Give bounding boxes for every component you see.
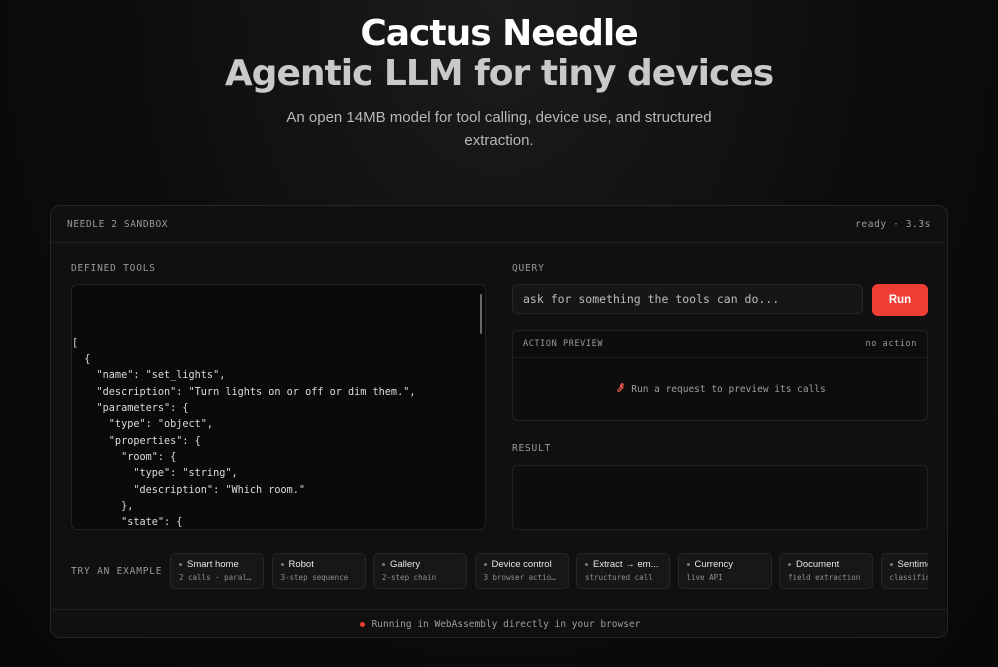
hero-description: An open 14MB model for tool calling, dev… [286,109,712,149]
run-button[interactable]: Run [872,284,928,316]
example-chip-subtitle: classifica [889,573,929,582]
dot-icon [483,563,487,566]
dot-icon [686,563,690,566]
hero-subtitle: Agentic LLM for tiny devices [224,53,774,94]
example-chip-subtitle: 2-step chain [382,573,437,582]
code-line: "description": "Which room." [72,484,306,496]
example-chip[interactable]: Device control 3 browser actions [474,553,569,589]
code-scrollbar[interactable] [480,294,482,334]
code-line: }, [72,500,134,512]
code-line: "room": { [72,451,177,463]
example-chip-subtitle: 3 browser actions [483,573,560,582]
action-preview-header: ACTION PREVIEW no action [513,331,927,358]
example-chip-title-row: Sentime [889,559,929,570]
dot-icon [382,563,385,566]
example-chip-title: Currency [694,559,734,570]
example-chip-title-row: Document [788,559,864,570]
wrench-icon [614,382,625,396]
code-line: "parameters": { [72,403,189,415]
dot-icon [280,563,284,566]
example-chip[interactable]: Gallery 2-step chain [373,553,467,589]
code-line: "state": { [72,517,183,529]
example-chip-title-row: Currency [686,559,763,570]
example-chip-title: Document [796,559,840,570]
action-preview-label: ACTION PREVIEW [523,339,604,349]
action-preview-empty-text: Run a request to preview its calls [631,383,826,395]
example-chip-subtitle: 2 calls · parall... [179,573,255,582]
sandbox-header: NEEDLE 2 SANDBOX ready · 3.3s [51,206,947,243]
examples-label: TRY AN EXAMPLE [71,566,163,577]
example-chip-subtitle: live API [686,573,723,582]
example-chip-title: Device control [491,559,552,570]
example-chip[interactable]: Robot 3-step sequence [271,553,366,589]
example-chip-title-row: Extract → em... [585,559,661,570]
example-chip-title-row: Device control [483,559,560,570]
tools-code-editor[interactable]: [ { "name": "set_lights", "description":… [71,284,486,530]
action-preview-panel: ACTION PREVIEW no action Run a request t… [512,330,928,421]
sandbox-title: NEEDLE 2 SANDBOX [67,218,169,230]
status-dot-icon [359,622,365,627]
code-line: "type": "string", [72,468,238,480]
sandbox-panel: NEEDLE 2 SANDBOX ready · 3.3s DEFINED TO… [50,205,948,638]
code-line: "name": "set_lights", [72,370,226,382]
footer-bar: Running in WebAssembly directly in your … [51,609,947,637]
code-line: "description": "Turn lights on or off or… [72,386,416,398]
action-preview-empty: Run a request to preview its calls [513,358,927,420]
example-chip-title: Sentime [897,559,929,570]
query-input[interactable] [512,284,863,314]
hero: Cactus Needle Agentic LLM for tiny devic… [0,14,998,152]
example-chip[interactable]: Document field extraction [779,553,873,589]
example-chip-title-row: Smart home [179,559,255,570]
example-chip-title-row: Robot [280,559,357,570]
hero-title: Cactus Needle [360,13,638,54]
dot-icon [889,563,893,566]
code-line: "properties": { [72,435,201,447]
example-chip-title: Robot [288,559,314,570]
query-label: QUERY [512,263,545,274]
dot-icon [179,563,182,566]
sandbox-status: ready · 3.3s [855,218,931,230]
example-chip-title: Gallery [390,559,421,570]
code-line: [ [72,337,79,349]
defined-tools-label: DEFINED TOOLS [71,263,156,274]
code-line: "type": "object", [72,419,214,431]
example-chip[interactable]: Currency live API [677,553,772,589]
example-chip-subtitle: field extraction [788,573,861,582]
result-panel [512,465,928,530]
example-chip-subtitle: 3-step sequence [280,573,349,582]
example-chip-title-row: Gallery [382,559,458,570]
examples-list: Smart home 2 calls · parall... Robot 3-step… [170,553,928,591]
example-chip[interactable]: Smart home 2 calls · parall... [170,553,264,589]
dot-icon [585,563,588,566]
result-label: RESULT [512,443,552,454]
dot-icon [788,563,791,566]
example-chip-title: Extract → em... [593,559,659,570]
example-chip-title: Smart home [187,559,239,570]
example-chip[interactable]: Extract → em... structured call [576,553,670,589]
example-chip[interactable]: Sentime classifica [880,553,929,589]
action-preview-status: no action [865,339,917,349]
code-line: { [72,354,91,366]
footer-text: Running in WebAssembly directly in your … [371,619,641,630]
example-chip-subtitle: structured call [585,573,653,582]
